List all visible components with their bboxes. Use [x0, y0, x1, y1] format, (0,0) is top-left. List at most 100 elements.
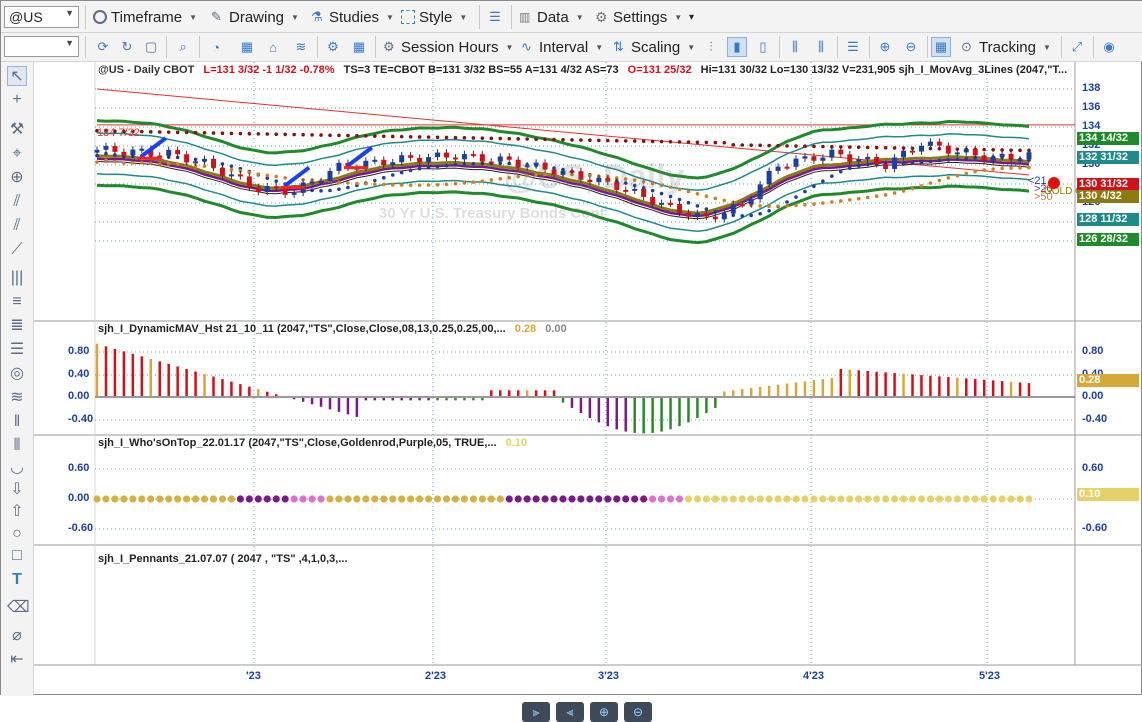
session-hours-button[interactable]: ⚙ Session Hours ▼ — [383, 31, 513, 63]
settings-button[interactable]: ⚙ Settings ▼ — [595, 1, 682, 33]
divider — [1093, 36, 1094, 58]
circle-target-icon[interactable]: ◎ — [7, 364, 27, 384]
analysis-icon[interactable]: ◉ — [1099, 37, 1119, 57]
refresh-icon[interactable]: ⟳ — [93, 37, 113, 57]
fib-icon[interactable]: ≡ — [7, 292, 27, 312]
candle-body — [444, 152, 449, 158]
fast-ma-dot — [874, 194, 879, 198]
pointer-icon[interactable]: ↖ — [7, 66, 27, 86]
candle-body — [703, 213, 709, 217]
mid-ma-dot — [713, 209, 718, 214]
stack-icon[interactable]: ≋ — [291, 37, 311, 57]
scroll-left-button[interactable]: ⫸ — [522, 702, 550, 722]
rectangle-icon[interactable]: □ — [7, 546, 27, 566]
fast-ma-dot — [131, 161, 135, 165]
layout-icon[interactable]: ☰ — [485, 7, 505, 27]
candlestick-icon[interactable]: ▮ — [727, 37, 747, 57]
whos-on-top-dots — [93, 495, 1033, 503]
measure-icon[interactable]: ⌖ — [7, 144, 27, 164]
zoom-icon[interactable]: ⌕ — [173, 37, 193, 57]
slow-ma-dot — [471, 136, 476, 140]
interval-button[interactable]: ∿ Interval ▼ — [521, 31, 603, 63]
divider — [317, 36, 318, 58]
whos-on-top-dot — [810, 495, 818, 503]
fast-ma-dot — [122, 161, 126, 165]
scroll-right-button[interactable]: ⫷ — [556, 702, 584, 722]
scaling-button[interactable]: ⇅ Scaling ▼ — [613, 31, 695, 63]
whos-on-top-dot — [371, 495, 379, 503]
gann-icon[interactable]: ⊕ — [7, 168, 27, 188]
whos-on-top-dot — [935, 495, 943, 503]
gear-icon[interactable]: ⚙ — [323, 37, 343, 57]
workspace-select[interactable]: ▼ — [4, 36, 79, 57]
compress-icon: ⫸ — [532, 704, 540, 719]
studies-button[interactable]: ⚗ Studies ▼ — [311, 1, 394, 33]
candle-body — [336, 162, 342, 171]
arrow-up-icon[interactable]: ⇧ — [7, 502, 27, 522]
chevron-down-icon[interactable]: ▼ — [65, 8, 74, 18]
mid-ma-dot — [471, 161, 476, 166]
whos-on-top-dot — [586, 495, 594, 503]
lines-icon[interactable]: ⫽ — [7, 216, 27, 236]
drawing-button[interactable]: ✎ Drawing ▼ — [211, 1, 299, 33]
hlines-icon[interactable]: ☰ — [7, 340, 27, 360]
levels-icon[interactable]: ≣ — [7, 316, 27, 336]
whos-on-top-dot — [971, 495, 979, 503]
slow-ma-dot — [623, 139, 628, 143]
eraser-icon[interactable]: ⌫ — [7, 598, 30, 618]
ohlc-bars-icon[interactable]: ⫶ — [701, 37, 721, 57]
data-button[interactable]: ▥ Data ▼ — [519, 1, 584, 33]
volume-icon[interactable]: ⫼ — [785, 37, 805, 57]
time-zones-icon[interactable]: ⦀ — [7, 436, 27, 456]
wrench-icon[interactable]: ⚒ — [7, 120, 27, 140]
window-icon[interactable]: ▢ — [141, 37, 161, 57]
ellipse-icon[interactable]: ○ — [7, 524, 27, 544]
interval-icon: ∿ — [521, 39, 532, 54]
style-button[interactable]: Style ▼ — [401, 1, 467, 33]
candle-body — [228, 174, 234, 177]
mid-ma-dot — [399, 170, 404, 175]
whos-on-top-dot — [263, 495, 271, 503]
clear-icon[interactable]: ⌀ — [7, 626, 27, 646]
slow-ma-dot — [301, 132, 305, 137]
image-icon[interactable]: ▦ — [237, 37, 257, 57]
zoom-in-icon[interactable]: ⊕ — [875, 37, 895, 57]
tracking-button[interactable]: ⊙ Tracking ▼ — [961, 31, 1051, 63]
add-chart-icon[interactable]: ⤢ — [1067, 37, 1087, 57]
vertical-lines-icon[interactable]: ||| — [7, 268, 27, 288]
crosshair-icon[interactable]: + — [7, 90, 27, 110]
layout-icon[interactable]: ☰ — [843, 37, 863, 57]
chevron-down-icon[interactable]: ▼ — [65, 38, 74, 48]
whos-on-top-dot — [138, 495, 146, 503]
channel-icon[interactable]: ⫽ — [7, 192, 27, 212]
collapse-icon[interactable]: ⇤ — [7, 650, 27, 670]
whos-on-top-dot — [541, 495, 549, 503]
gauge-icon[interactable]: ◔ — [206, 37, 226, 57]
zoom-out-button[interactable]: ⊖ — [624, 702, 652, 722]
overflow-chevron-icon[interactable]: ▾ — [689, 1, 694, 33]
slow-ma-dot — [865, 145, 870, 150]
text-tool-icon[interactable]: T — [7, 570, 27, 590]
candle-body — [327, 170, 333, 182]
vbars-icon[interactable]: ‖ — [7, 412, 27, 432]
arc-icon[interactable]: ◡ — [7, 458, 27, 478]
zoom-in-button[interactable]: ⊕ — [590, 702, 618, 722]
grid-icon[interactable]: ▦ — [349, 37, 369, 57]
zoom-out-icon[interactable]: ⊖ — [901, 37, 921, 57]
chart-area[interactable]: @US, Daily 30 Yr U.S. Treasury Bonds Con… — [34, 62, 1142, 722]
slow-ma-dot — [453, 135, 458, 140]
timeframe-button[interactable]: Timeframe ▼ — [93, 1, 197, 33]
candle-body — [802, 156, 808, 159]
ray-icon[interactable]: ⟋ — [7, 240, 27, 260]
arrow-down-icon[interactable]: ⇩ — [7, 480, 27, 500]
fast-ma-dot — [928, 181, 933, 185]
bank-icon[interactable]: ⌂ — [263, 37, 283, 57]
whos-on-top-dot — [926, 495, 935, 503]
data-window-icon[interactable]: ▦ — [931, 37, 951, 57]
candle-body — [94, 149, 100, 153]
reload-icon[interactable]: ↻ — [117, 37, 137, 57]
hollow-candle-icon[interactable]: ▯ — [753, 37, 773, 57]
bars-icon[interactable]: ⫼ — [811, 37, 831, 57]
symbol-input[interactable]: @US ▼ — [4, 6, 79, 28]
speed-lines-icon[interactable]: ≋ — [7, 388, 27, 408]
